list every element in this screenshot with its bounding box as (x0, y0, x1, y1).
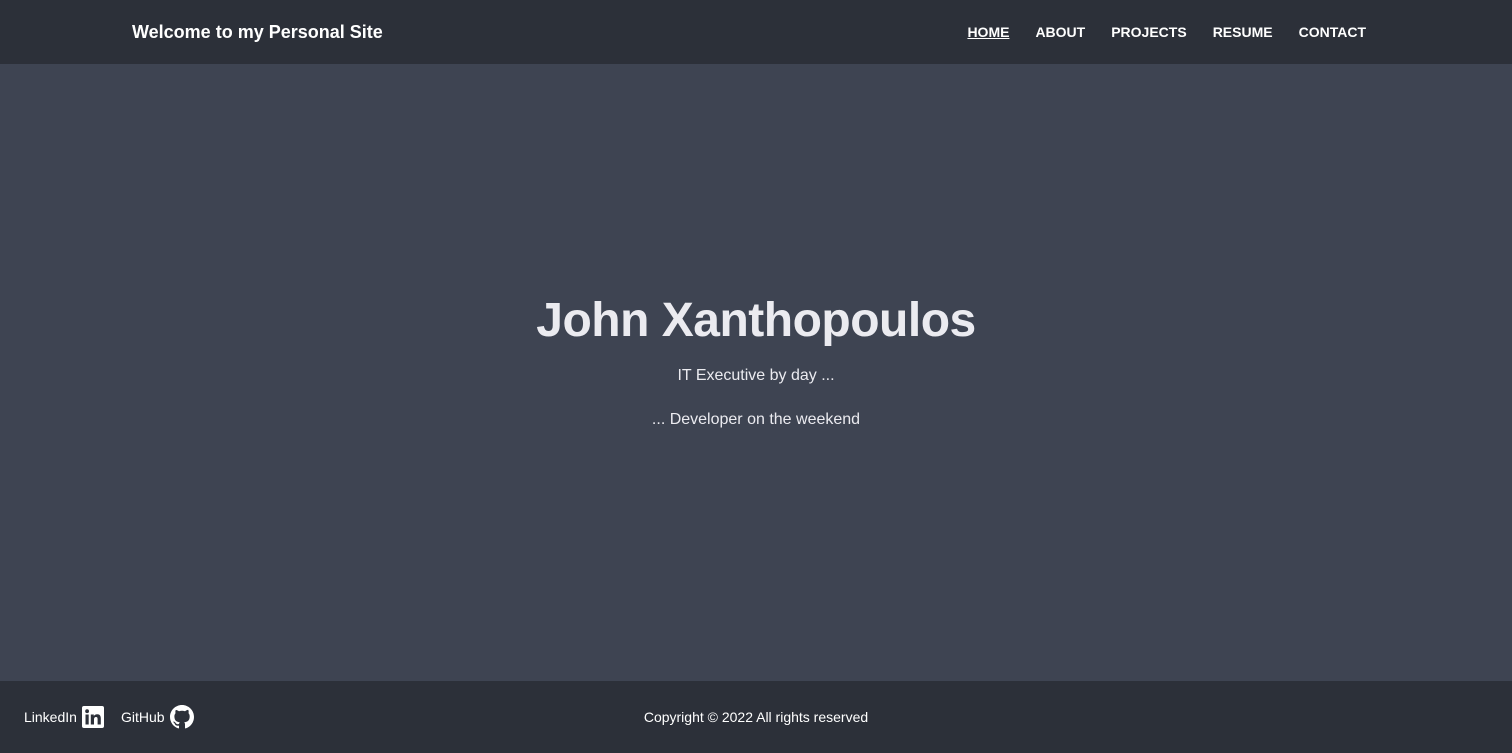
copyright-text-wrap: Copyright © 2022 All rights reserved (0, 681, 1512, 753)
social-links: LinkedIn GitHub (24, 681, 211, 753)
main-nav: HOME ABOUT PROJECTS RESUME CONTACT (941, 0, 1366, 64)
github-link[interactable]: GitHub (121, 705, 194, 729)
copyright-text: Copyright © 2022 All rights reserved (643, 709, 869, 725)
site-footer: LinkedIn GitHub Copyright © 2022 All rig… (0, 681, 1512, 753)
top-navbar: Welcome to my Personal Site HOME ABOUT P… (0, 0, 1512, 64)
github-label: GitHub (120, 709, 165, 725)
hero-name: John Xanthopoulos (536, 294, 976, 347)
hero-section: John Xanthopoulos IT Executive by day ..… (0, 64, 1512, 681)
hero-tagline-day: IT Executive by day ... (677, 367, 835, 384)
linkedin-label: LinkedIn (24, 709, 77, 725)
nav-link-resume[interactable]: RESUME (1213, 24, 1273, 40)
nav-link-home[interactable]: HOME (967, 24, 1009, 40)
nav-link-projects[interactable]: PROJECTS (1111, 24, 1186, 40)
linkedin-icon (81, 706, 104, 728)
linkedin-link[interactable]: LinkedIn (24, 706, 104, 728)
github-icon (169, 705, 194, 729)
nav-link-about[interactable]: ABOUT (1035, 24, 1085, 40)
hero-tagline-weekend: ... Developer on the weekend (651, 411, 861, 428)
site-brand[interactable]: Welcome to my Personal Site (132, 0, 383, 64)
nav-link-contact[interactable]: CONTACT (1299, 24, 1366, 40)
